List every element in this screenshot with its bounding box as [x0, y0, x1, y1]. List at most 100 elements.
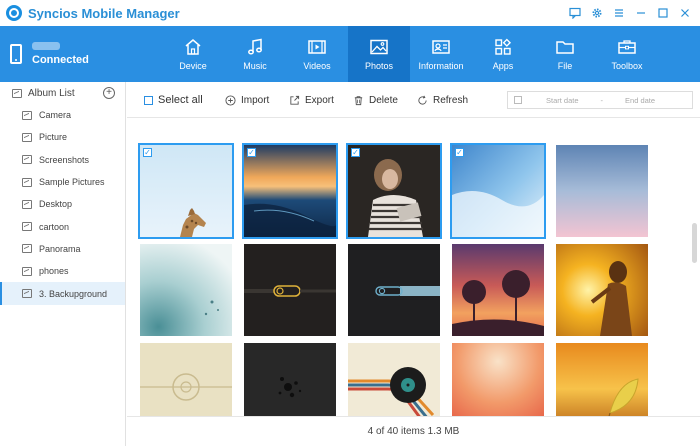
maximize-icon[interactable]	[654, 4, 672, 22]
nav-apps[interactable]: Apps	[472, 26, 534, 82]
photo-image	[348, 343, 440, 416]
date-separator: -	[600, 95, 604, 105]
home-icon	[185, 39, 201, 55]
photo-thumbnail-dark-cable-blue[interactable]	[348, 244, 440, 336]
album-icon	[22, 110, 32, 120]
album-icon	[22, 289, 32, 299]
photo-checkbox[interactable]: ✓	[143, 148, 152, 157]
nav-videos[interactable]: Videos	[286, 26, 348, 82]
app-title: Syncios Mobile Manager	[28, 5, 180, 21]
nav-photos[interactable]: Photos	[348, 26, 410, 82]
selection-summary: 4 of 40 items 1.3 MB	[367, 426, 460, 437]
title-bar: Syncios Mobile Manager	[0, 0, 700, 26]
photo-checkbox[interactable]: ✓	[247, 148, 256, 157]
delete-button[interactable]: Delete	[353, 82, 398, 118]
photo-thumbnail-dark-dots[interactable]	[244, 343, 336, 416]
device-panel[interactable]: Connected	[0, 26, 126, 82]
grid-scrollbar[interactable]	[692, 119, 698, 416]
photo-image	[556, 343, 648, 416]
photo-image	[244, 145, 336, 237]
sidebar-item-backupground[interactable]: 3. Backupground	[0, 282, 125, 305]
scrollbar-thumb[interactable]	[692, 223, 697, 263]
menu-icon[interactable]	[610, 4, 628, 22]
folder-icon	[556, 41, 574, 54]
photo-image	[556, 145, 648, 237]
toolbox-icon	[618, 40, 636, 54]
photo-thumbnail-teal-watercolor[interactable]	[140, 244, 232, 336]
sidebar-item-screenshots[interactable]: Screenshots	[0, 149, 125, 171]
minimize-icon[interactable]	[632, 4, 650, 22]
sidebar-item-phones[interactable]: phones	[0, 260, 125, 282]
device-name-redacted	[32, 42, 60, 50]
album-sidebar: Album List + Camera Picture Screenshots …	[0, 82, 126, 446]
end-date-field[interactable]: End date	[625, 96, 655, 105]
photo-thumbnail-beige-circle[interactable]	[140, 343, 232, 416]
photo-image	[140, 244, 232, 336]
photo-image	[452, 343, 544, 416]
photo-image	[140, 145, 232, 237]
album-icon	[22, 244, 32, 254]
album-icon	[22, 199, 32, 209]
photo-thumbnail-sunset-trees[interactable]	[452, 244, 544, 336]
photo-grid: ✓ ✓ ✓ ✓	[127, 119, 690, 416]
refresh-button[interactable]: Refresh	[417, 82, 468, 118]
photo-checkbox[interactable]: ✓	[351, 148, 360, 157]
contact-card-icon	[432, 40, 450, 54]
nav-music[interactable]: Music	[224, 26, 286, 82]
feedback-icon[interactable]	[566, 4, 584, 22]
photo-thumbnail-blue-watercolor[interactable]: ✓	[450, 143, 546, 239]
sidebar-item-picture[interactable]: Picture	[0, 126, 125, 148]
app-logo-icon	[6, 5, 22, 21]
refresh-icon	[418, 95, 427, 105]
window-controls	[566, 0, 694, 26]
photo-thumbnail-pink-blue-gradient[interactable]	[556, 145, 648, 237]
photo-image	[348, 145, 440, 237]
export-button[interactable]: Export	[289, 82, 334, 118]
photo-thumbnail-sunset-woman[interactable]	[556, 244, 648, 336]
add-album-icon[interactable]: +	[103, 87, 115, 99]
trash-icon	[354, 95, 363, 105]
sidebar-item-cartoon[interactable]: cartoon	[0, 215, 125, 237]
album-icon	[22, 222, 32, 232]
photo-thumbnail-girl-reading[interactable]: ✓	[346, 143, 442, 239]
photo-thumbnail-dark-cable-yellow[interactable]	[244, 244, 336, 336]
plus-circle-icon	[225, 94, 236, 106]
nav-file[interactable]: File	[534, 26, 596, 82]
photo-image	[556, 244, 648, 336]
photo-image	[244, 244, 336, 336]
photo-thumbnail-vinyl-record[interactable]	[348, 343, 440, 416]
photo-image	[452, 145, 544, 237]
sidebar-item-panorama[interactable]: Panorama	[0, 238, 125, 260]
photo-thumbnail-orange-watercolor[interactable]	[452, 343, 544, 416]
status-bar: 4 of 40 items 1.3 MB	[127, 416, 700, 446]
album-list-header: Album List +	[0, 82, 125, 104]
album-icon	[22, 266, 32, 276]
sidebar-item-desktop[interactable]: Desktop	[0, 193, 125, 215]
photo-thumbnail-sunset-ocean[interactable]: ✓	[242, 143, 338, 239]
sidebar-item-camera[interactable]: Camera	[0, 104, 125, 126]
photo-image	[244, 343, 336, 416]
apps-grid-icon	[495, 38, 512, 55]
settings-gear-icon[interactable]	[588, 4, 606, 22]
album-list-icon	[12, 88, 22, 98]
import-button[interactable]: Import	[225, 82, 269, 118]
select-all-button[interactable]: Select all	[144, 82, 203, 118]
photo-toolbar: Select all Import Export Delete Refresh …	[127, 82, 700, 118]
sidebar-item-sample-pictures[interactable]: Sample Pictures	[0, 171, 125, 193]
date-range-filter[interactable]: Start date - End date	[507, 91, 693, 109]
album-icon	[22, 177, 32, 187]
photo-image	[452, 244, 544, 336]
select-all-checkbox[interactable]	[144, 95, 153, 105]
photo-thumbnail-giraffe[interactable]: ✓	[138, 143, 234, 239]
top-nav-bar: Connected Device Music Videos Photos Inf…	[0, 26, 700, 82]
photo-thumbnail-golden-leaf[interactable]	[556, 343, 648, 416]
close-icon[interactable]	[676, 4, 694, 22]
photo-checkbox[interactable]: ✓	[455, 148, 464, 157]
photo-image	[348, 244, 440, 336]
start-date-field[interactable]: Start date	[546, 96, 579, 105]
device-status: Connected	[32, 54, 89, 66]
phone-icon	[10, 44, 22, 64]
nav-device[interactable]: Device	[162, 26, 224, 82]
nav-information[interactable]: Information	[410, 26, 472, 82]
nav-toolbox[interactable]: Toolbox	[596, 26, 658, 82]
